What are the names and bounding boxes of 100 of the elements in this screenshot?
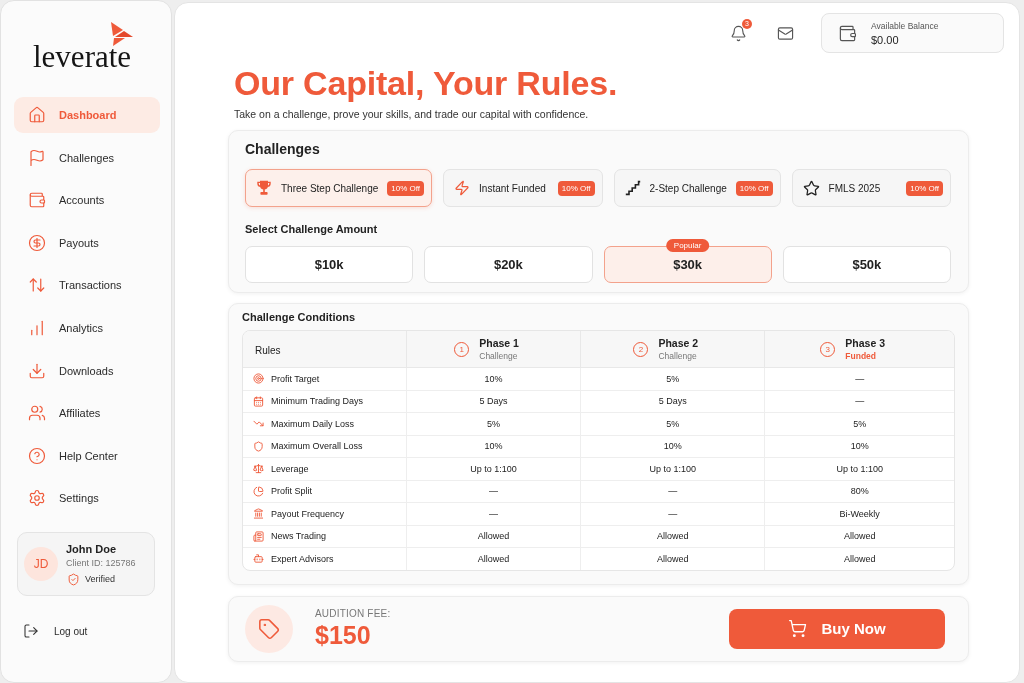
- popular-badge: Popular: [665, 239, 710, 252]
- rule-label: Leverage: [271, 463, 309, 474]
- flag-icon: [28, 148, 46, 167]
- rule-label: Minimum Trading Days: [271, 396, 364, 407]
- house-icon: [28, 106, 46, 124]
- table-cell: 10%: [406, 435, 581, 458]
- phase-subtitle: Funded: [845, 351, 876, 361]
- table-cell: 5%: [406, 412, 581, 435]
- logout-icon: [23, 623, 39, 640]
- amount-option[interactable]: $50k: [782, 246, 951, 283]
- table-cell: Up to 1:100: [406, 457, 581, 480]
- mail-icon[interactable]: [777, 24, 794, 42]
- rule-label: Profit Split: [271, 486, 312, 497]
- discount-badge: 10% Off: [735, 180, 773, 196]
- table-cell: 5%: [580, 367, 765, 390]
- table-cell: —: [580, 480, 765, 503]
- rule-label: News Trading: [271, 531, 327, 542]
- phase-subtitle: Challenge: [658, 351, 697, 361]
- nav-item[interactable]: Transactions: [14, 267, 160, 304]
- help-icon: [28, 446, 46, 465]
- section-title: Challenges: [245, 140, 320, 158]
- table-cell: —: [764, 390, 954, 413]
- pie-chart-icon: [253, 485, 264, 497]
- settings-icon: [28, 489, 46, 508]
- challenge-type-card[interactable]: 2-Step Challenge 10% Off: [613, 169, 781, 207]
- table-cell: 80%: [764, 480, 954, 503]
- wallet-icon: [838, 23, 857, 43]
- trophy-icon: [256, 180, 272, 196]
- challenge-type-card[interactable]: Instant Funded 10% Off: [443, 169, 603, 207]
- table-cell: 5%: [580, 412, 765, 435]
- tag-icon: [245, 604, 293, 653]
- dollar-circle-icon: [28, 233, 46, 252]
- nav-item[interactable]: Affiliates: [14, 395, 160, 432]
- nav-item[interactable]: Settings: [14, 480, 160, 517]
- nav-item[interactable]: Accounts: [14, 182, 160, 219]
- table-cell: —: [580, 502, 765, 525]
- discount-badge: 10% Off: [387, 180, 425, 196]
- avatar-initials: JD: [24, 547, 58, 582]
- logout-button[interactable]: Log out: [23, 623, 88, 640]
- logo-mark-icon: [109, 22, 133, 46]
- table-cell: Allowed: [406, 525, 581, 548]
- verified-status: Verified: [85, 574, 116, 585]
- bank-icon: [253, 508, 264, 520]
- table-cell: Allowed: [764, 547, 954, 570]
- nav-item[interactable]: Help Center: [14, 437, 160, 474]
- table-cell: —: [764, 367, 954, 390]
- nav-item[interactable]: Challenges: [14, 139, 160, 176]
- table-cell: Allowed: [406, 547, 581, 570]
- table-cell: Up to 1:100: [764, 457, 954, 480]
- balance-value: $0.00: [871, 33, 900, 46]
- section-subtitle: Select Challenge Amount: [245, 222, 378, 236]
- rule-label: Profit Target: [271, 373, 320, 384]
- user-name: John Doe: [66, 542, 118, 555]
- shield-icon: [253, 440, 264, 452]
- table-cell: 5 Days: [406, 390, 581, 413]
- discount-badge: 10% Off: [557, 180, 595, 196]
- amount-option[interactable]: $10k: [245, 246, 414, 283]
- table-cell: Up to 1:100: [580, 457, 765, 480]
- nav-item[interactable]: Downloads: [14, 352, 160, 389]
- challenge-type-card[interactable]: Three Step Challenge 10% Off: [245, 169, 433, 207]
- rule-label: Payout Frequency: [271, 508, 345, 519]
- discount-badge: 10% Off: [906, 180, 943, 196]
- cart-icon: [788, 619, 808, 638]
- calendar-icon: [253, 395, 264, 407]
- nav-item[interactable]: Analytics: [14, 309, 160, 346]
- rule-label: Expert Advisors: [271, 553, 334, 564]
- page-title: Our Capital, Your Rules.: [234, 63, 618, 103]
- table-cell: 5 Days: [580, 390, 765, 413]
- fee-amount: $150: [315, 621, 372, 649]
- section-title: Challenge Conditions: [242, 310, 356, 324]
- phase-title: Phase 1: [479, 337, 519, 349]
- rule-label: Maximum Overall Loss: [271, 441, 363, 452]
- users-icon: [28, 404, 46, 423]
- table-cell: —: [406, 502, 581, 525]
- arrows-up-down-icon: [28, 276, 46, 295]
- table-cell: Allowed: [764, 525, 954, 548]
- stairs-icon: [624, 180, 641, 196]
- table-cell: Bi-Weekly: [764, 502, 954, 525]
- bar-chart-icon: [28, 318, 46, 337]
- fee-label: AUDITION FEE:: [315, 608, 391, 619]
- challenge-type-card[interactable]: FMLS 2025 10% Off: [791, 169, 951, 207]
- document-icon: [253, 530, 264, 542]
- table-cell: 10%: [580, 435, 765, 458]
- lightning-icon: [454, 180, 471, 196]
- nav-item[interactable]: Payouts: [14, 224, 160, 261]
- amount-option[interactable]: $20k: [424, 246, 593, 283]
- target-icon: [253, 373, 264, 385]
- phase-title: Phase 3: [845, 337, 885, 349]
- client-id: Client ID: 125786: [66, 557, 136, 568]
- shield-check-icon: [67, 572, 80, 586]
- page-subtitle: Take on a challenge, prove your skills, and trade our capital with confidence.: [234, 107, 589, 121]
- star-icon: [802, 179, 820, 197]
- rule-label: Maximum Daily Loss: [271, 418, 355, 429]
- column-header: Rules: [255, 345, 281, 356]
- bell-icon[interactable]: [730, 24, 747, 42]
- table-cell: Allowed: [580, 547, 765, 570]
- download-icon: [28, 361, 46, 380]
- phase-subtitle: Challenge: [479, 351, 518, 361]
- table-cell: 10%: [764, 435, 954, 458]
- scale-icon: [253, 463, 264, 475]
